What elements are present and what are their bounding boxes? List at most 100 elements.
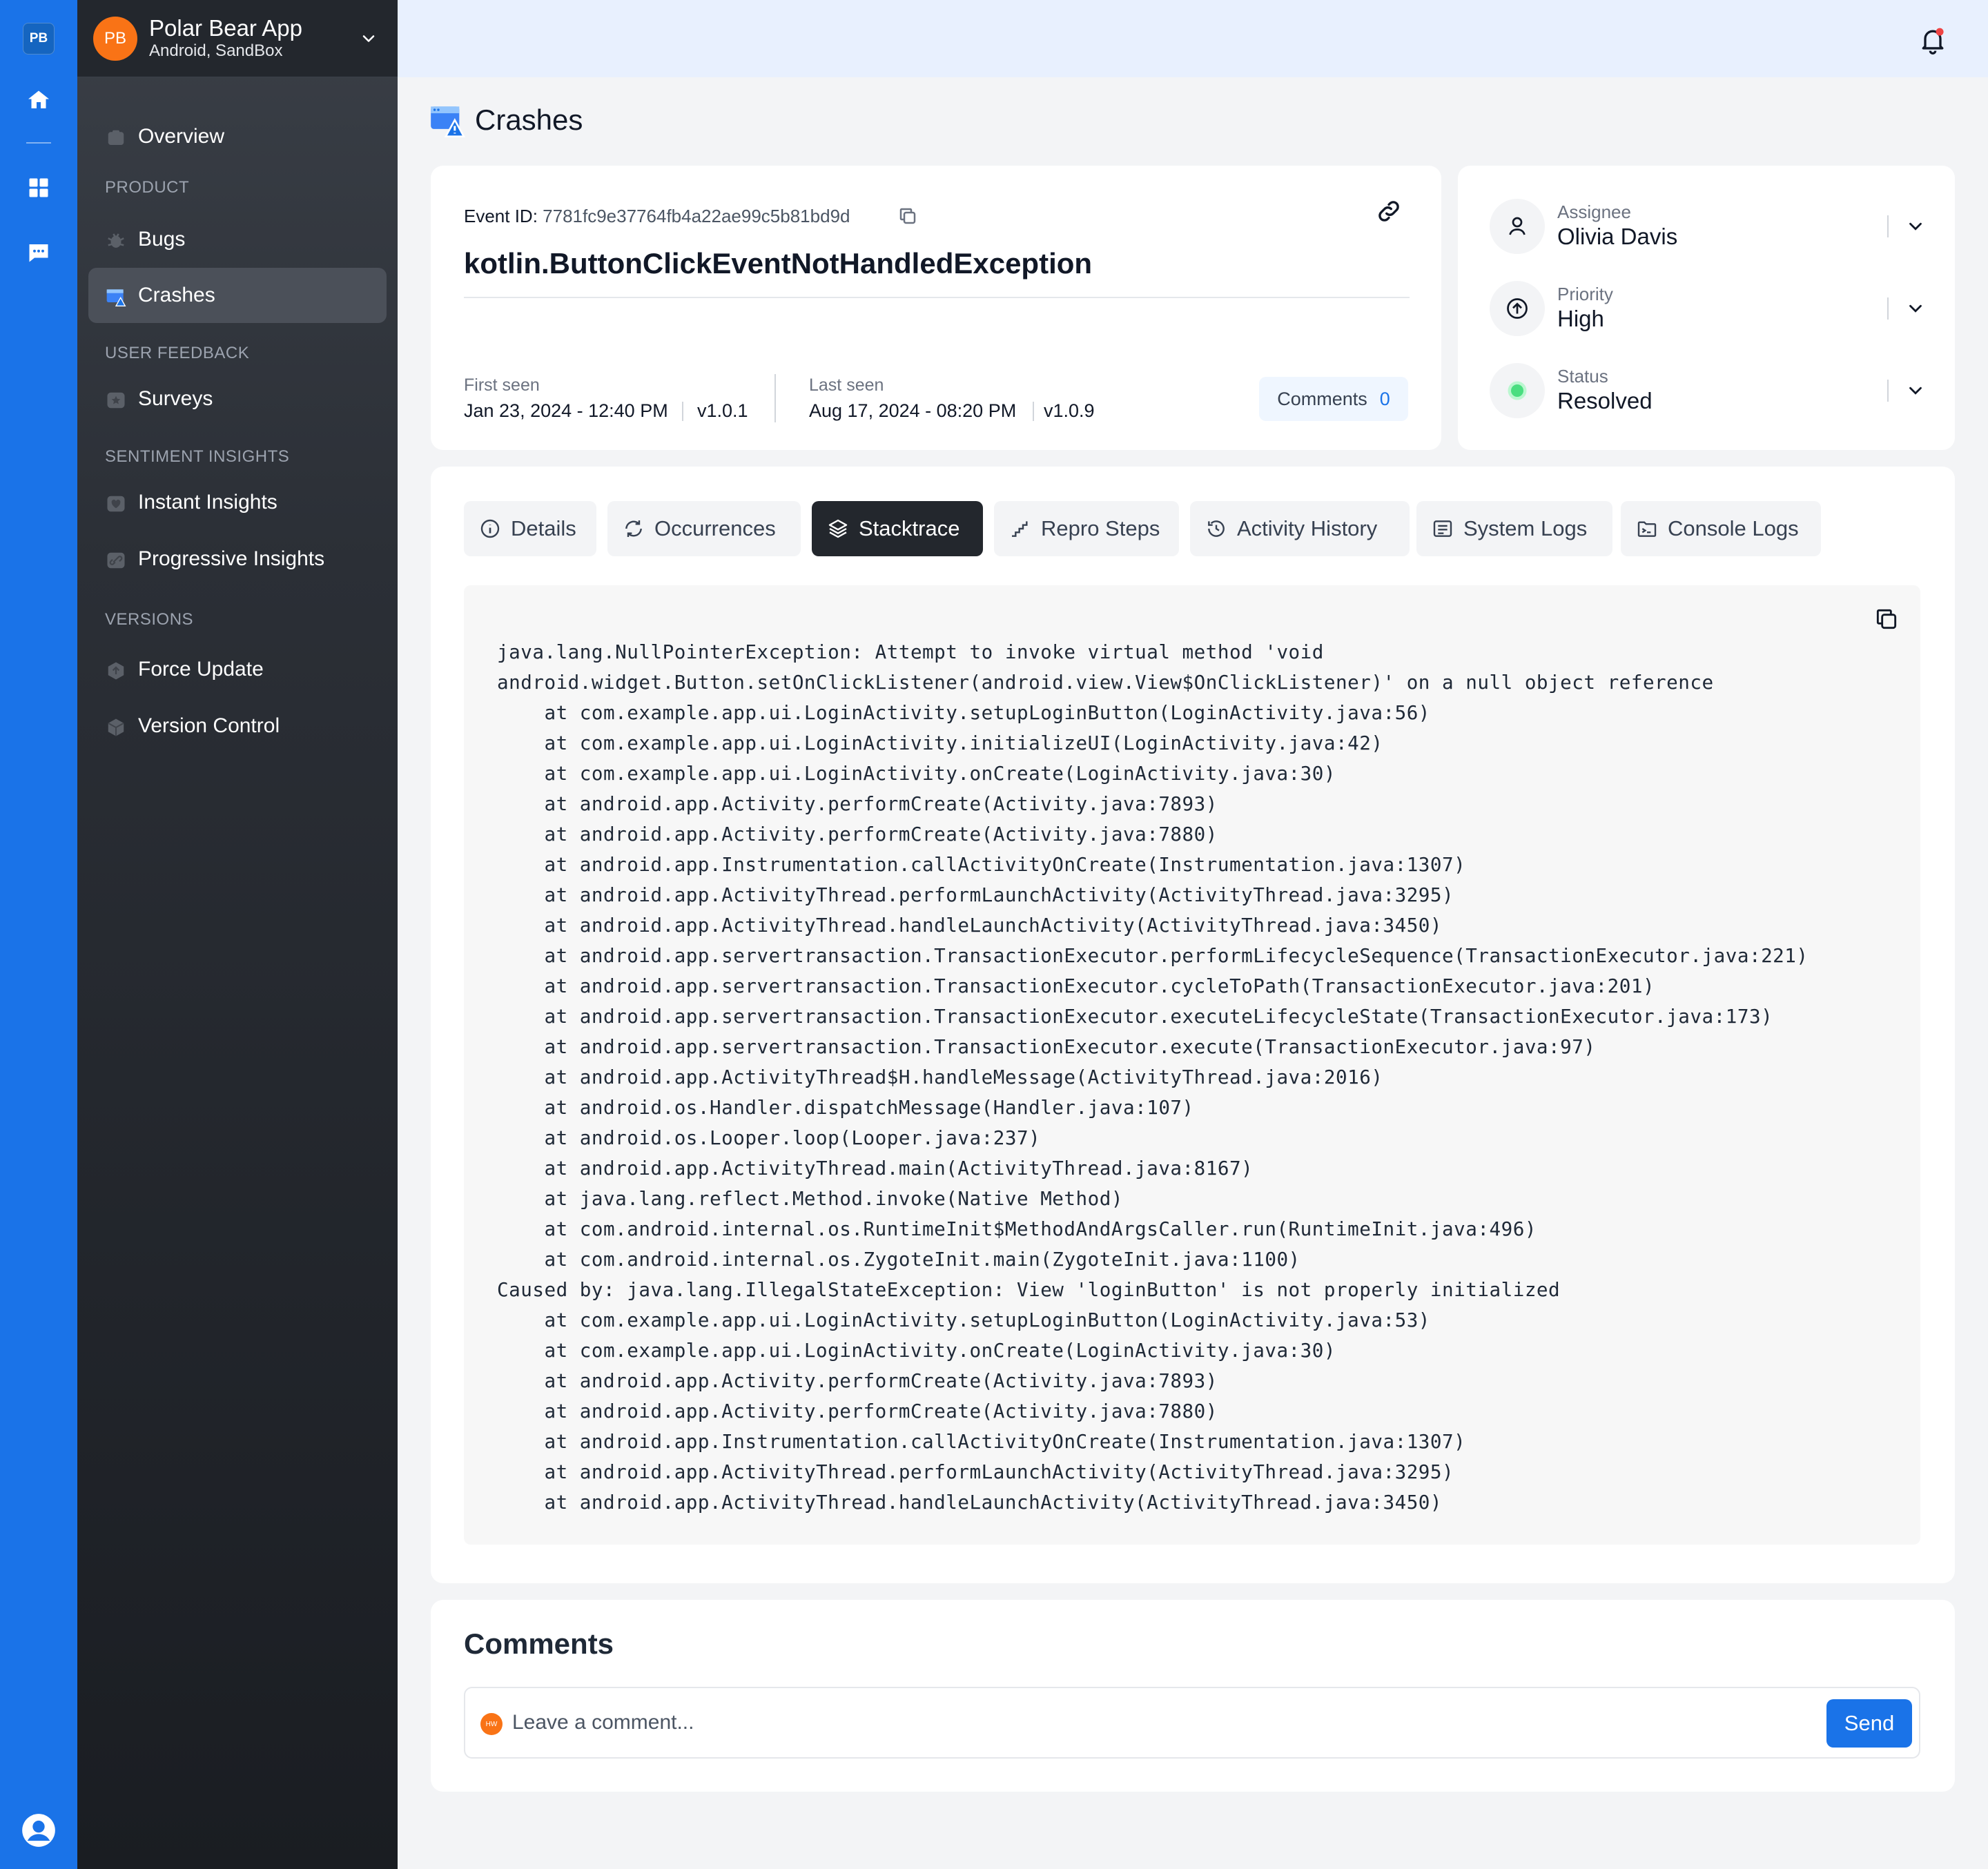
properties-card: Assignee Olivia Davis Priority High Stat… bbox=[1458, 166, 1955, 450]
stacktrace-line: at android.app.ActivityThread.handleLaun… bbox=[497, 1491, 1443, 1514]
last-seen-version: v1.0.9 bbox=[1044, 400, 1095, 421]
stacktrace-line: at android.app.Activity.performCreate(Ac… bbox=[497, 792, 1218, 815]
section-versions: VERSIONS bbox=[105, 610, 194, 629]
status-label: Status bbox=[1557, 366, 1608, 386]
comment-input[interactable] bbox=[512, 1702, 1755, 1743]
sidebar-item-bugs[interactable]: Bugs bbox=[88, 212, 387, 267]
crash-icon bbox=[105, 286, 127, 308]
chevron-down-icon[interactable] bbox=[1905, 216, 1926, 237]
stacktrace-line: at android.app.servertransaction.Transac… bbox=[497, 975, 1655, 997]
arrow-up-circle-icon bbox=[1490, 281, 1545, 336]
sidebar-item-label: Instant Insights bbox=[138, 491, 277, 513]
section-sentiment-insights: SENTIMENT INSIGHTS bbox=[105, 447, 290, 466]
stacktrace-line: at android.app.Activity.performCreate(Ac… bbox=[497, 1400, 1218, 1422]
comments-card: Comments HW Send bbox=[431, 1600, 1955, 1792]
stacktrace-line: at android.app.servertransaction.Transac… bbox=[497, 944, 1809, 967]
details-card: Details Occurrences Stacktrace Repro Ste… bbox=[431, 467, 1955, 1583]
stacktrace-line: at android.app.Activity.performCreate(Ac… bbox=[497, 1369, 1218, 1392]
assignee-label: Assignee bbox=[1557, 202, 1631, 222]
first-seen-label: First seen bbox=[464, 375, 540, 395]
top-bar bbox=[398, 0, 1988, 77]
priority-label: Priority bbox=[1557, 284, 1613, 304]
overview-icon bbox=[105, 127, 127, 149]
chevron-down-icon[interactable] bbox=[1905, 298, 1926, 319]
sidebar-item-label: Overview bbox=[138, 125, 225, 148]
event-id-label: Event ID: bbox=[464, 206, 543, 226]
chevron-down-icon[interactable] bbox=[359, 29, 378, 48]
stacktrace-line: at com.android.internal.os.RuntimeInit$M… bbox=[497, 1217, 1537, 1240]
divider bbox=[1887, 380, 1889, 402]
folder-terminal-icon bbox=[1636, 518, 1658, 540]
stacktrace-line: at com.example.app.ui.LoginActivity.onCr… bbox=[497, 762, 1336, 785]
tab-console-logs[interactable]: Console Logs bbox=[1621, 501, 1821, 556]
stacktrace-line: at android.app.ActivityThread.main(Activ… bbox=[497, 1157, 1254, 1180]
first-seen-date: Jan 23, 2024 - 12:40 PM bbox=[464, 400, 668, 421]
sidebar-item-instant-insights[interactable]: Instant Insights bbox=[88, 475, 387, 530]
refresh-icon bbox=[623, 518, 645, 540]
tab-activity-history[interactable]: Activity History bbox=[1190, 501, 1410, 556]
tab-label: Occurrences bbox=[654, 516, 776, 540]
info-icon bbox=[479, 518, 501, 540]
crash-icon bbox=[429, 104, 466, 139]
sidebar-item-crashes[interactable]: Crashes bbox=[88, 268, 387, 323]
divider bbox=[1033, 402, 1034, 421]
stacktrace-line: at android.os.Looper.loop(Looper.java:23… bbox=[497, 1126, 1041, 1149]
divider bbox=[774, 374, 776, 422]
grid-icon[interactable] bbox=[25, 174, 52, 202]
divider bbox=[1887, 215, 1889, 237]
user-icon bbox=[1490, 199, 1545, 254]
stacktrace-line: at com.example.app.ui.LoginActivity.setu… bbox=[497, 701, 1430, 724]
tab-system-logs[interactable]: System Logs bbox=[1416, 501, 1612, 556]
sidebar-item-label: Surveys bbox=[138, 387, 213, 410]
copy-icon[interactable] bbox=[1873, 606, 1900, 632]
tab-stacktrace[interactable]: Stacktrace bbox=[812, 501, 983, 556]
send-button[interactable]: Send bbox=[1826, 1699, 1912, 1748]
stacktrace-line: at com.example.app.ui.LoginActivity.init… bbox=[497, 732, 1383, 754]
app-switcher[interactable]: PB Polar Bear App Android, SandBox bbox=[77, 0, 398, 77]
stacktrace-line: at android.app.servertransaction.Transac… bbox=[497, 1035, 1596, 1058]
stacktrace-line: at android.app.Instrumentation.callActiv… bbox=[497, 1430, 1466, 1453]
user-circle-icon[interactable] bbox=[21, 1812, 57, 1848]
app-avatar: PB bbox=[93, 17, 137, 61]
notification-bell-icon[interactable] bbox=[1918, 25, 1948, 55]
sidebar-item-version-control[interactable]: Version Control bbox=[88, 698, 387, 754]
comments-count-button[interactable]: Comments 0 bbox=[1259, 377, 1408, 421]
bug-icon bbox=[105, 230, 127, 252]
event-id-value: 7781fc9e37764fb4a22ae99c5b81bd9d bbox=[543, 206, 850, 226]
tab-occurrences[interactable]: Occurrences bbox=[607, 501, 801, 556]
app-platform: Android, SandBox bbox=[149, 41, 283, 60]
sidebar-item-force-update[interactable]: Force Update bbox=[88, 642, 387, 697]
stacktrace-line: android.widget.Button.setOnClickListener… bbox=[497, 671, 1714, 694]
sidebar-item-surveys[interactable]: Surveys bbox=[88, 371, 387, 427]
star-icon bbox=[105, 389, 127, 411]
copy-icon[interactable] bbox=[897, 206, 918, 226]
stacktrace-line: at android.app.ActivityThread$H.handleMe… bbox=[497, 1066, 1383, 1088]
chevron-down-icon[interactable] bbox=[1905, 380, 1926, 401]
exception-title: kotlin.ButtonClickEventNotHandledExcepti… bbox=[464, 247, 1093, 280]
workspace-badge[interactable]: PB bbox=[23, 23, 55, 55]
tab-repro-steps[interactable]: Repro Steps bbox=[994, 501, 1179, 556]
sidebar-item-overview[interactable]: Overview bbox=[88, 109, 387, 164]
document-list-icon bbox=[1432, 518, 1454, 540]
stacktrace-line: Caused by: java.lang.IllegalStateExcepti… bbox=[497, 1278, 1561, 1301]
tab-details[interactable]: Details bbox=[464, 501, 596, 556]
first-seen-version: v1.0.1 bbox=[697, 400, 748, 421]
tab-label: Details bbox=[511, 516, 576, 540]
comments-count: 0 bbox=[1379, 388, 1390, 409]
link-icon[interactable] bbox=[1375, 197, 1403, 225]
sidebar-item-label: Force Update bbox=[138, 658, 264, 681]
stacktrace-line: at android.app.ActivityThread.handleLaun… bbox=[497, 914, 1443, 937]
home-icon[interactable] bbox=[25, 86, 52, 114]
avatar: HW bbox=[480, 1713, 503, 1735]
sidebar-item-progressive-insights[interactable]: Progressive Insights bbox=[88, 531, 387, 587]
status-value: Resolved bbox=[1557, 388, 1653, 413]
rail-divider bbox=[26, 142, 51, 144]
stacktrace-line: at android.app.ActivityThread.performLau… bbox=[497, 1460, 1454, 1483]
hexagon-up-icon bbox=[105, 660, 127, 682]
steps-icon bbox=[1009, 518, 1031, 540]
section-product: PRODUCT bbox=[105, 178, 190, 197]
chat-icon[interactable] bbox=[25, 239, 52, 266]
layers-icon bbox=[827, 518, 849, 540]
sidebar-item-label: Version Control bbox=[138, 714, 280, 737]
stacktrace-line: at com.example.app.ui.LoginActivity.setu… bbox=[497, 1309, 1430, 1331]
